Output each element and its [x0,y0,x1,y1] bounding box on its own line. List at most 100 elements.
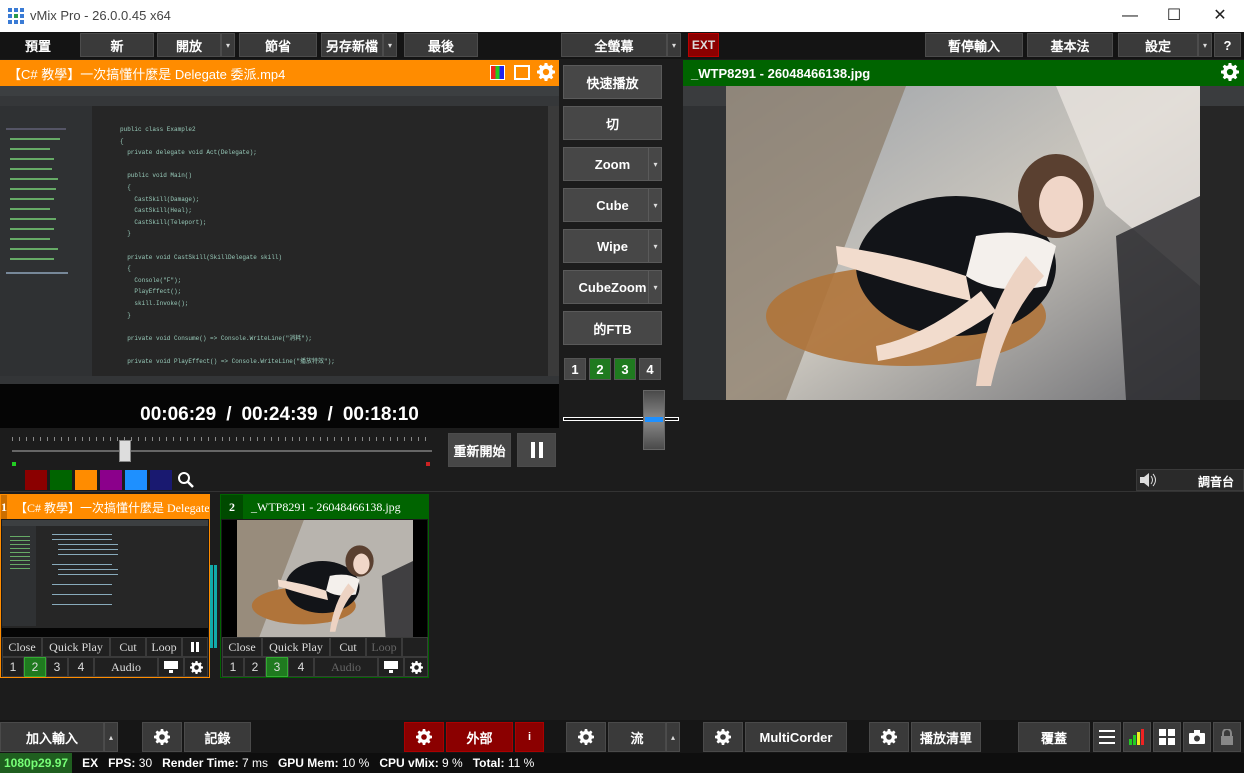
stream-button[interactable]: 流 [608,722,666,752]
cut-button[interactable]: 切 [563,106,662,140]
pause-button[interactable] [517,433,556,467]
overlay-3-button[interactable]: 3 [614,358,636,380]
open-button[interactable]: 開放 [157,33,221,57]
input-1-thumbnail[interactable] [2,520,208,637]
input-2-close-button[interactable]: Close [222,637,262,657]
output-settings-gear-icon[interactable] [1221,63,1239,81]
input-1-pause-button[interactable] [182,637,208,657]
divider [0,491,1244,492]
color-swatch[interactable] [25,470,47,490]
total-value: 11 % [507,756,535,770]
stream-settings-button[interactable] [566,722,606,752]
settings-dropdown-button[interactable]: ▾ [1198,33,1212,57]
transition-cube-dropdown[interactable]: ▾ [648,188,662,222]
save-as-dropdown-button[interactable]: ▾ [383,33,397,57]
seek-track[interactable] [12,450,432,452]
input-2-audio-button[interactable]: Audio [314,657,378,677]
overlay-1-button[interactable]: 1 [564,358,586,380]
playlist-settings-button[interactable] [869,722,909,752]
last-button[interactable]: 最後 [404,33,478,57]
monitor-icon [384,661,398,673]
input-1-quick-play-button[interactable]: Quick Play [42,637,110,657]
open-dropdown-button[interactable]: ▾ [221,33,235,57]
input-1-loop-button[interactable]: Loop [146,637,182,657]
input-1-close-button[interactable]: Close [2,637,42,657]
multiview-button[interactable] [1153,722,1181,752]
input-1-overlay-3[interactable]: 3 [46,657,68,677]
transition-cubezoom-dropdown[interactable]: ▾ [648,270,662,304]
fade-to-black-button[interactable]: 的FTB [563,311,662,345]
external-button[interactable]: 外部 [446,722,513,752]
input-1-overlay-1[interactable]: 1 [2,657,24,677]
basic-button[interactable]: 基本法 [1027,33,1113,57]
fullscreen-button[interactable]: 全螢幕 [561,33,667,57]
input-2-overlay-2[interactable]: 2 [244,657,266,677]
external-info-button[interactable]: i [515,722,544,752]
save-button[interactable]: 節省 [239,33,317,57]
input-1-overlay-2[interactable]: 2 [24,657,46,677]
lock-button[interactable] [1213,722,1241,752]
video-format: 1080p29.97 [0,753,73,773]
external-settings-button[interactable] [404,722,444,752]
preview-settings-gear-icon[interactable] [537,63,555,81]
input-2-overlay-3[interactable]: 3 [266,657,288,677]
minimize-icon[interactable]: — [1120,6,1140,26]
add-input-dropdown[interactable]: ▴ [104,722,118,752]
input-2-monitor-button[interactable] [378,657,404,677]
input-2-overlay-4[interactable]: 4 [288,657,314,677]
multicorder-button[interactable]: MultiCorder [745,722,847,752]
record-settings-button[interactable] [142,722,182,752]
input-1-cut-button[interactable]: Cut [110,637,146,657]
audio-levels-button[interactable] [1123,722,1151,752]
fullscreen-dropdown-button[interactable]: ▾ [667,33,681,57]
transition-zoom-dropdown[interactable]: ▾ [648,147,662,181]
restart-button[interactable]: 重新開始 [448,433,511,467]
close-icon[interactable]: ✕ [1210,6,1230,26]
transition-wipe-dropdown[interactable]: ▾ [648,229,662,263]
crop-icon[interactable] [514,65,530,80]
save-as-button[interactable]: 另存新檔 [321,33,383,57]
overlay-4-button[interactable]: 4 [639,358,661,380]
color-swatch[interactable] [100,470,122,490]
external-button[interactable]: EXT [688,33,719,57]
seek-ticks [12,437,432,441]
search-button[interactable] [175,470,197,490]
help-button[interactable]: ? [1214,33,1241,57]
color-swatch[interactable] [150,470,172,490]
input-1-settings-button[interactable] [184,657,208,677]
pause-input-button[interactable]: 暫停輸入 [925,33,1023,57]
color-swatch[interactable] [75,470,97,490]
settings-button[interactable]: 設定 [1118,33,1198,57]
input-2-quick-play-button[interactable]: Quick Play [262,637,330,657]
seek-handle[interactable] [119,440,132,462]
input-1-monitor-button[interactable] [158,657,184,677]
overlay-2-button[interactable]: 2 [589,358,611,380]
output-header: _WTP8291 - 26048466138.jpg [683,60,1244,86]
input-2-cut-button[interactable]: Cut [330,637,366,657]
input-2-overlay-1[interactable]: 1 [222,657,244,677]
gear-icon [154,729,170,745]
input-2-header: 2 _WTP8291 - 26048466138.jpg [221,495,428,519]
quick-play-button[interactable]: 快速播放 [563,65,662,99]
gpu-mem-label: GPU Mem: [277,756,339,770]
input-2-loop-button[interactable]: Loop [366,637,402,657]
add-input-button[interactable]: 加入輸入 [0,722,104,752]
preset-button[interactable]: 預置 [0,33,76,57]
menu-button[interactable] [1093,722,1121,752]
maximize-icon[interactable]: ☐ [1164,6,1184,26]
input-2-thumbnail[interactable] [222,520,427,637]
playlist-button[interactable]: 播放清單 [911,722,981,752]
color-swatch[interactable] [125,470,147,490]
stream-dropdown[interactable]: ▴ [666,722,680,752]
overlay-button[interactable]: 覆蓋 [1018,722,1090,752]
input-1-overlay-4[interactable]: 4 [68,657,94,677]
input-1-audio-button[interactable]: Audio [94,657,158,677]
snapshot-button[interactable] [1183,722,1211,752]
color-correction-icon[interactable] [490,65,505,80]
input-2-settings-button[interactable] [404,657,428,677]
new-button[interactable]: 新 [80,33,154,57]
color-swatch[interactable] [50,470,72,490]
multicorder-settings-button[interactable] [703,722,743,752]
t-bar-handle[interactable] [643,390,665,450]
record-button[interactable]: 記錄 [184,722,251,752]
